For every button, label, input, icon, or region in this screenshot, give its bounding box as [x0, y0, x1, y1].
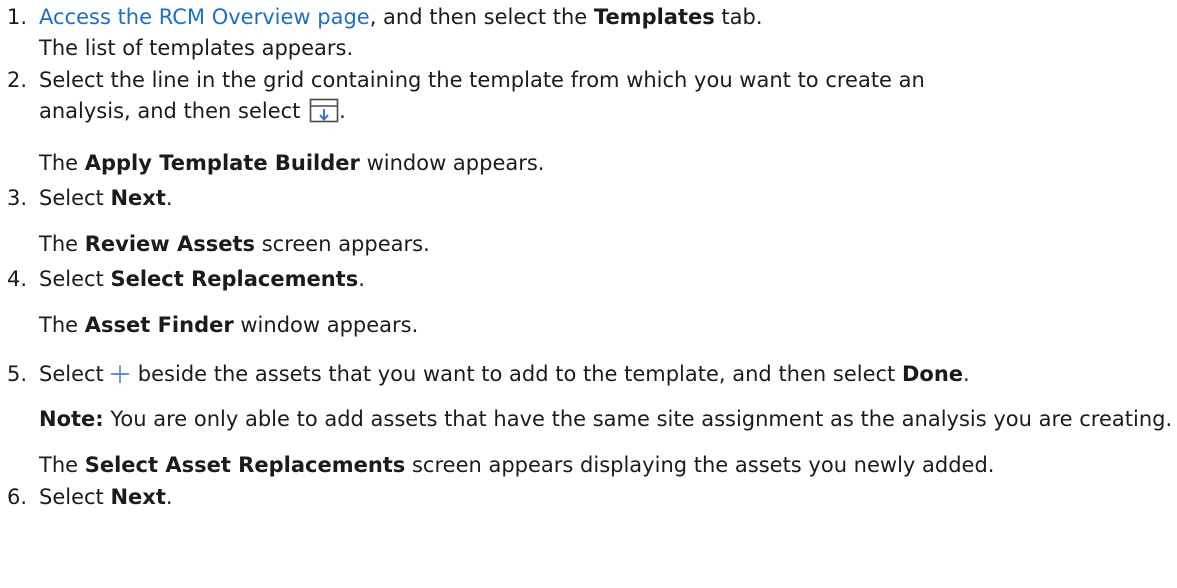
ui-term: Select Asset Replacements	[84, 453, 406, 477]
instruction-text: Select	[39, 186, 111, 210]
step-result: The list of templates appears.	[39, 36, 354, 60]
step-instruction: Select Next.	[39, 482, 1173, 513]
ui-term: Asset Finder	[84, 313, 234, 337]
step-result: The Select Asset Replacements screen app…	[39, 450, 1173, 481]
ui-term: Done	[901, 362, 964, 386]
step-result: The Review Assets screen appears.	[39, 229, 1173, 260]
result-text: window appears.	[359, 151, 545, 175]
procedure-steps: 1. Access the RCM Overview page, and the…	[0, 0, 1177, 513]
step-result: The Asset Finder window appears.	[39, 310, 1173, 341]
step-6: 6. Select Next.	[0, 482, 1177, 513]
step-1: 1. Access the RCM Overview page, and the…	[0, 2, 1177, 64]
ui-term: Review Assets	[84, 232, 256, 256]
result-text: screen appears.	[255, 232, 430, 256]
instruction-text: , and then select the	[369, 5, 594, 29]
ui-term: Apply Template Builder	[84, 151, 360, 175]
rcm-overview-link[interactable]: Access the RCM Overview page	[39, 5, 370, 29]
apply-template-icon	[309, 98, 339, 133]
step-number: 3.	[7, 186, 28, 210]
result-text: The	[39, 151, 85, 175]
note-text: You are only able to add assets that hav…	[103, 407, 1173, 431]
step-number: 2.	[7, 68, 28, 92]
step-number: 4.	[7, 267, 28, 291]
instruction-text: .	[358, 267, 365, 291]
step-4: 4. Select Select Replacements. The Asset…	[0, 264, 1177, 341]
ui-term: Templates	[593, 5, 715, 29]
step-instruction: Access the RCM Overview page, and then s…	[39, 2, 1173, 33]
instruction-text: Select the line in the grid containing t…	[39, 68, 925, 92]
step-instruction: Select Next.	[39, 183, 1173, 214]
result-text: The	[39, 313, 85, 337]
result-text: The	[39, 453, 85, 477]
ui-term: Select Replacements	[110, 267, 359, 291]
step-number: 6.	[7, 485, 28, 509]
instruction-text: .	[165, 485, 173, 509]
step-instruction: Select beside the assets that you want to…	[39, 359, 1173, 393]
result-text: screen appears displaying the assets you…	[405, 453, 995, 477]
result-text: The	[39, 232, 85, 256]
instruction-text: analysis, and then select	[39, 99, 308, 123]
step-3: 3. Select Next. The Review Assets screen…	[0, 183, 1177, 260]
step-note: Note: You are only able to add assets th…	[39, 404, 1173, 435]
plus-icon	[110, 362, 130, 393]
step-number: 5.	[7, 362, 28, 386]
note-label: Note:	[39, 407, 104, 431]
instruction-text: .	[963, 362, 970, 386]
instruction-text: beside the assets that you want to add t…	[137, 362, 902, 386]
ui-term: Next	[110, 485, 166, 509]
ui-term: Next	[110, 186, 166, 210]
instruction-text: Select	[39, 267, 111, 291]
step-2: 2. Select the line in the grid containin…	[0, 65, 1177, 179]
result-text: window appears.	[233, 313, 419, 337]
step-5: 5. Select beside the assets that you want…	[0, 359, 1177, 481]
instruction-text: .	[165, 186, 173, 210]
step-number: 1.	[7, 5, 28, 29]
step-result: The Apply Template Builder window appear…	[39, 148, 1173, 179]
step-instruction: Select Select Replacements.	[39, 264, 1173, 295]
instruction-text: Select	[39, 362, 104, 386]
instruction-text: Select	[39, 485, 111, 509]
step-instruction: Select the line in the grid containing t…	[39, 65, 1173, 133]
instruction-text: .	[339, 99, 346, 123]
instruction-text: tab.	[714, 5, 763, 29]
